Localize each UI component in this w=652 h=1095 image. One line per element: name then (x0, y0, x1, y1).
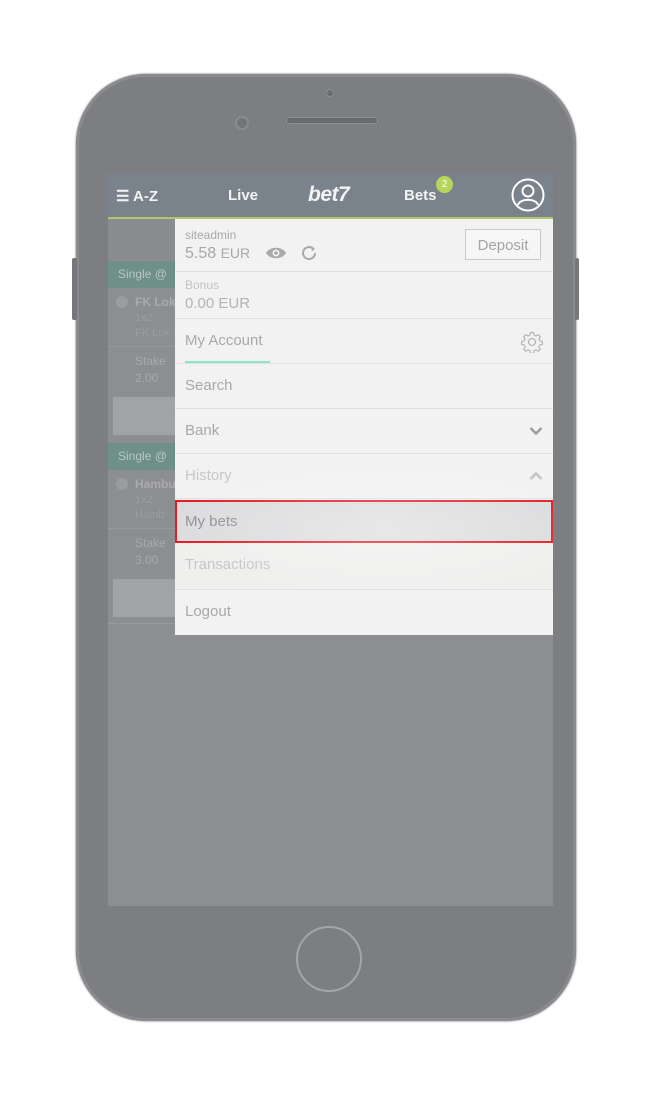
refresh-icon[interactable] (300, 244, 318, 262)
menu-item-logout[interactable]: Logout (175, 590, 553, 635)
deposit-button[interactable]: Deposit (465, 229, 541, 260)
balance-currency: EUR (220, 245, 251, 261)
account-summary: siteadmin 5.58 EUR Deposit (175, 219, 553, 272)
stake-value: 2.00 (135, 371, 159, 385)
username: siteadmin (185, 228, 237, 242)
chevron-down-icon[interactable] (529, 426, 543, 436)
home-button[interactable] (296, 926, 362, 992)
power-button (575, 258, 579, 320)
active-underline (185, 361, 270, 363)
menu-item-label: My bets (185, 513, 238, 530)
menu-item-my-account[interactable]: My Account (175, 319, 553, 364)
bet-event: Hambu (135, 477, 176, 491)
stake-value: 3.00 (135, 553, 159, 567)
az-menu-button[interactable]: ☰ A-Z (116, 187, 158, 205)
bet-radio[interactable] (116, 478, 128, 490)
place-bet-button[interactable] (113, 579, 175, 617)
earpiece-speaker (286, 117, 378, 124)
menu-item-transactions[interactable]: Transactions (175, 543, 553, 590)
menu-item-label: Transactions (185, 556, 271, 573)
brand-logo[interactable]: bet7 (308, 183, 350, 207)
account-menu: siteadmin 5.58 EUR Deposit Bonus 0.00 EU… (165, 219, 553, 635)
user-account-icon[interactable] (511, 178, 545, 212)
front-camera (235, 116, 249, 130)
menu-item-label: Bank (185, 422, 220, 439)
gear-icon[interactable] (521, 331, 543, 353)
stake-label: Stake (135, 354, 166, 368)
bet-selection: FK Lok (135, 327, 170, 339)
place-bet-button[interactable] (113, 397, 175, 435)
bets-count-badge: 2 (436, 176, 453, 193)
balance: 5.58 EUR (185, 245, 250, 263)
bet-selection: Hamb (135, 509, 165, 521)
bet-header: Single @ (108, 443, 175, 470)
bet-radio[interactable] (116, 296, 128, 308)
bonus-amount: 0.00 EUR (185, 295, 251, 312)
chevron-up-icon[interactable] (529, 471, 543, 481)
divider (108, 346, 175, 347)
betslip-tab-strip (108, 219, 175, 262)
proximity-sensor (326, 89, 334, 97)
bet-market: 1x2 (135, 312, 153, 324)
eye-icon[interactable] (265, 246, 287, 260)
bet-event: FK Lok (135, 295, 176, 309)
volume-button (72, 258, 77, 320)
bet-header: Single @ (108, 261, 175, 288)
bet-market: 1x2 (135, 494, 153, 506)
divider (108, 528, 175, 529)
menu-item-label: Search (185, 377, 233, 394)
bonus-summary: Bonus 0.00 EUR (175, 272, 553, 319)
menu-item-label: Logout (185, 603, 231, 620)
top-navigation: ☰ A-Z Live bet7 Bets 2 (108, 173, 553, 219)
live-link[interactable]: Live (228, 187, 258, 204)
bonus-label: Bonus (185, 278, 220, 292)
menu-item-my-bets[interactable]: My bets (175, 500, 553, 543)
menu-item-label: My Account (185, 332, 263, 349)
menu-item-label: History (185, 467, 232, 484)
app-screen: ☰ A-Z Live bet7 Bets 2 Single @ FK Lok 1… (108, 173, 553, 906)
stake-label: Stake (135, 536, 166, 550)
menu-item-search[interactable]: Search (175, 364, 553, 409)
bets-link[interactable]: Bets (404, 187, 437, 204)
menu-item-bank[interactable]: Bank (175, 409, 553, 454)
divider (108, 623, 175, 624)
balance-amount: 5.58 (185, 245, 217, 262)
menu-item-history[interactable]: History (175, 454, 553, 499)
